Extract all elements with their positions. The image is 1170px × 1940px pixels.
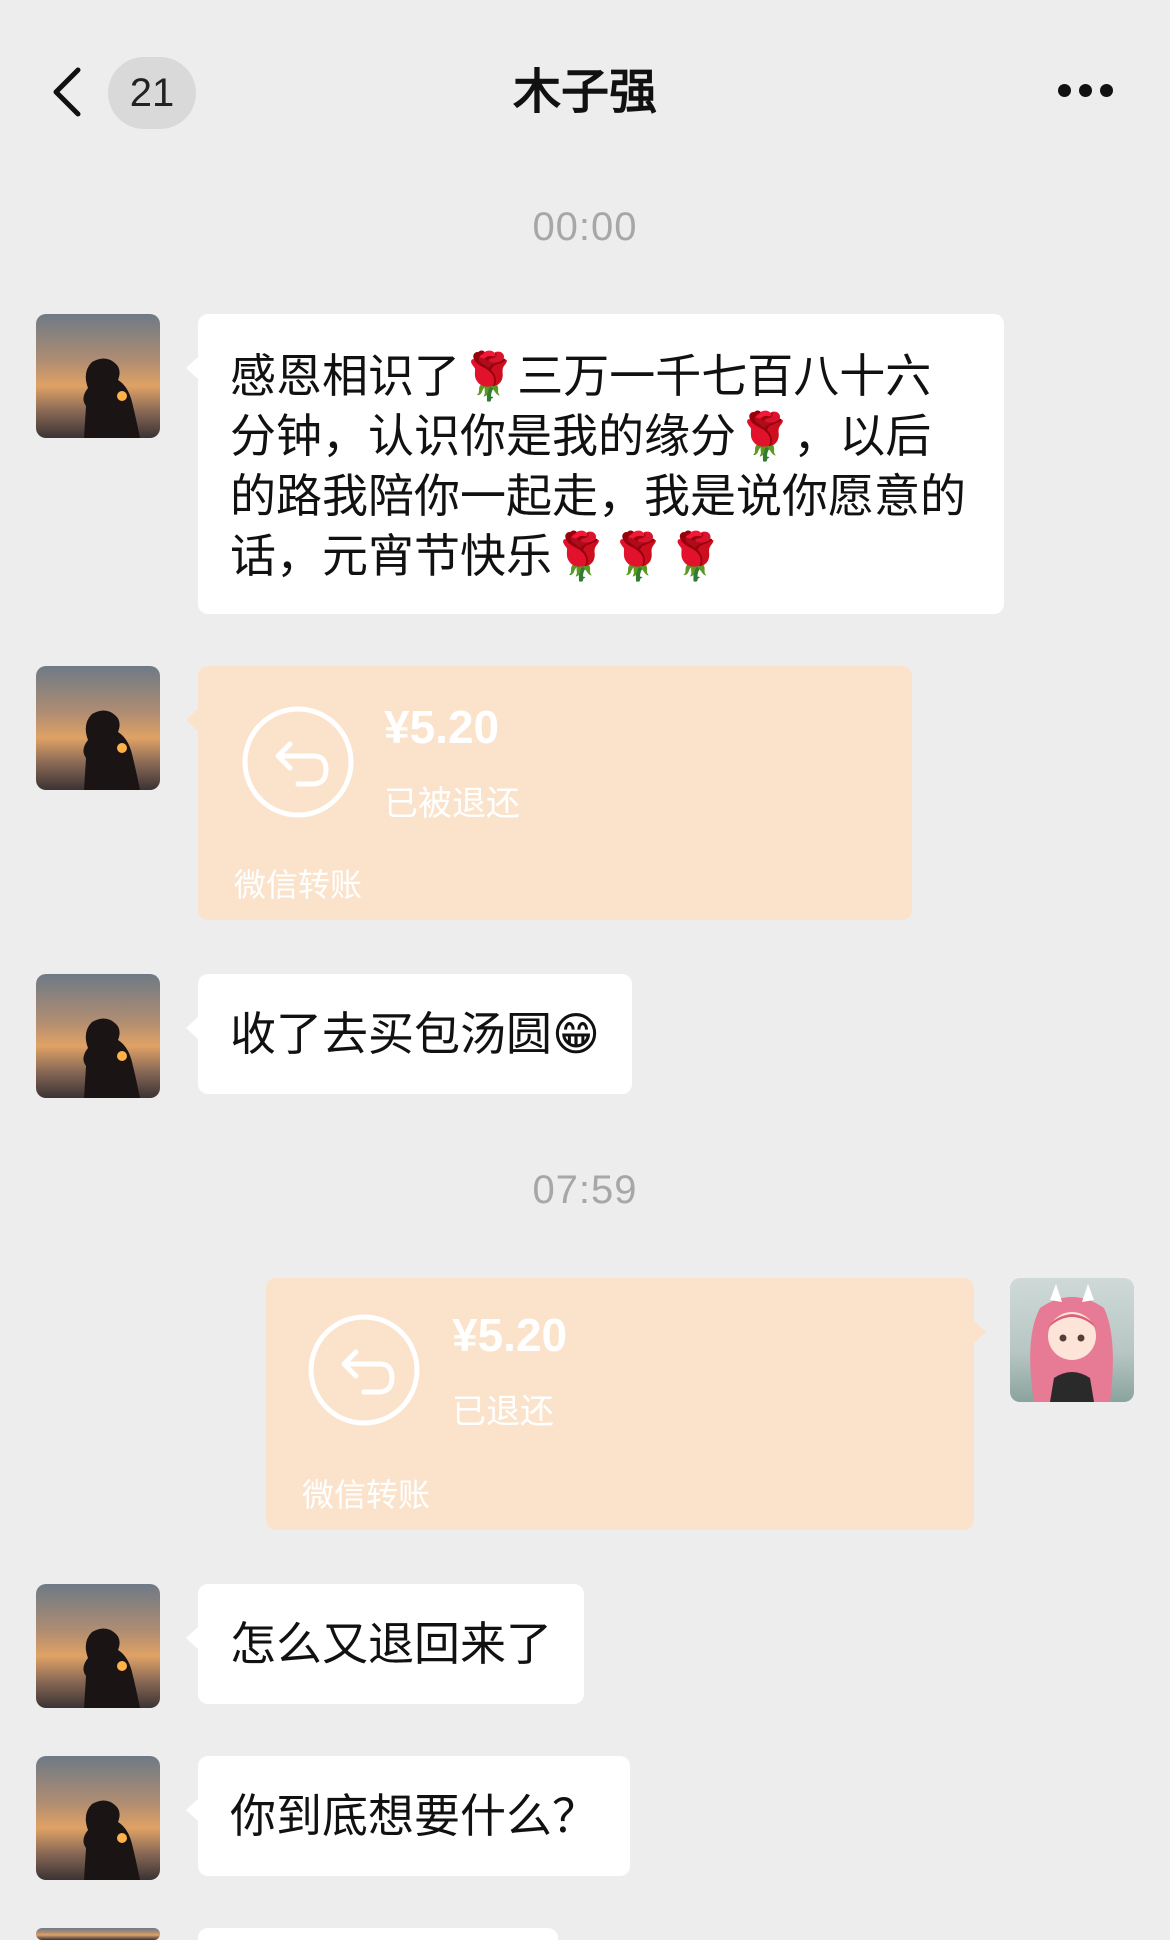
silhouette-icon: [83, 358, 140, 438]
transfer-amount: ¥5.20: [452, 1309, 568, 1361]
refund-arrow-icon: [308, 1314, 420, 1426]
self-avatar[interactable]: [1010, 1278, 1134, 1402]
contact-avatar[interactable]: [36, 1756, 160, 1880]
message-bubble[interactable]: 怎么又退回来了: [186, 1584, 584, 1704]
grinning-face-icon: 😁: [552, 1007, 600, 1061]
rose-emoji-icon: 🌹: [460, 349, 518, 403]
silhouette-icon: [83, 1018, 140, 1098]
chat-title: 木子强: [512, 64, 657, 120]
message-bubble[interactable]: 收了去买包汤圆😁: [186, 974, 632, 1094]
message-text: 你到底想要什么？: [230, 1789, 598, 1843]
transfer-amount: ¥5.20: [384, 701, 500, 753]
transfer-status: 已退还: [452, 1392, 554, 1432]
message-bubble[interactable]: [198, 1928, 558, 1940]
message-text: 感恩相识了: [230, 349, 460, 403]
contact-avatar[interactable]: [36, 314, 160, 438]
transfer-card[interactable]: ¥5.20 已被退还 微信转账: [186, 666, 912, 920]
silhouette-icon: [83, 1628, 140, 1708]
rose-emoji-icon: 🌹: [736, 409, 794, 463]
silhouette-icon: [83, 1800, 140, 1880]
rose-emoji-icon: 🌹🌹🌹: [552, 529, 724, 583]
silhouette-icon: [83, 710, 140, 790]
transfer-label: 微信转账: [234, 866, 363, 904]
transfer-card[interactable]: ¥5.20 已退还 微信转账: [266, 1278, 986, 1530]
message-text: 怎么又退回来了: [230, 1617, 552, 1671]
anime-girl-avatar-icon: [1030, 1284, 1113, 1402]
chat-header: 21 木子强: [0, 0, 1170, 160]
contact-avatar[interactable]: [36, 974, 160, 1098]
more-options-icon[interactable]: [1056, 84, 1116, 100]
contact-avatar[interactable]: [36, 666, 160, 790]
message-bubble[interactable]: 你到底想要什么？: [186, 1756, 630, 1876]
contact-avatar[interactable]: [36, 1928, 160, 1940]
message-timestamp: 07:59: [532, 1168, 638, 1212]
message-text: 收了去买包汤圆: [230, 1007, 552, 1061]
transfer-label: 微信转账: [302, 1476, 431, 1514]
refund-arrow-icon: [242, 706, 354, 818]
transfer-status: 已被退还: [384, 784, 520, 824]
message-timestamp: 00:00: [532, 205, 638, 249]
contact-avatar[interactable]: [36, 1584, 160, 1708]
message-bubble[interactable]: 感恩相识了🌹三万一千七百八十六分钟，认识你是我的缘分🌹，以后的路我陪你一起走，我…: [186, 314, 1004, 614]
